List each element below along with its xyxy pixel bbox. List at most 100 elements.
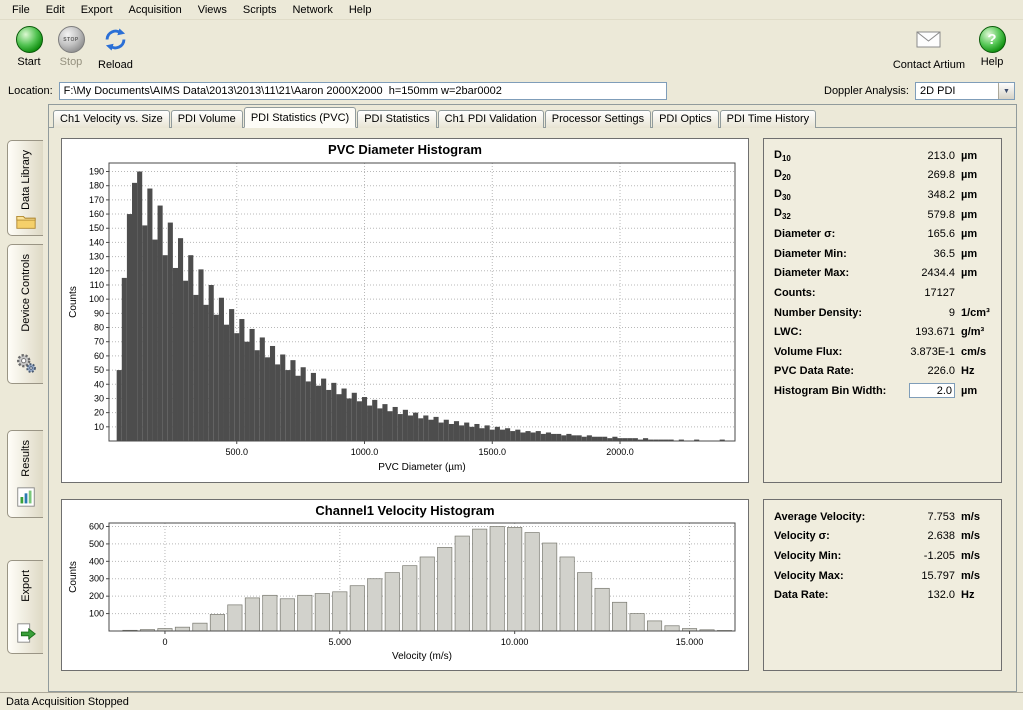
stat-unit: m/s (955, 530, 991, 542)
doppler-analysis-label: Doppler Analysis: (824, 85, 909, 97)
svg-text:30: 30 (94, 393, 104, 403)
stop-button-label: Stop (60, 56, 83, 68)
stat-row-number-density: Number Density:91/cm³ (774, 303, 991, 323)
start-button-label: Start (17, 56, 40, 68)
stat-row-counts: Counts:17127 (774, 283, 991, 303)
stat-unit: Hz (955, 589, 991, 601)
menu-edit[interactable]: Edit (38, 1, 73, 19)
menu-bar: FileEditExportAcquisitionViewsScriptsNet… (0, 0, 1023, 20)
svg-text:180: 180 (89, 181, 104, 191)
app-window: { "menu": { "items": ["File", "Edit", "E… (0, 0, 1023, 710)
svg-text:Counts: Counts (68, 286, 79, 318)
stat-label: D30 (774, 188, 895, 202)
stop-icon-text: STOP (59, 27, 84, 52)
diameter-row: PVC Diameter Histogram 10203040506070809… (61, 138, 1002, 483)
help-button-label: Help (981, 56, 1004, 68)
reload-button[interactable]: Reload (92, 23, 139, 74)
svg-text:60: 60 (94, 351, 104, 361)
status-bar: Data Acquisition Stopped (0, 692, 1023, 710)
sidebar: Data Library Device Controls Results (0, 104, 48, 692)
reload-icon (102, 26, 129, 56)
stat-row-diameter: Diameter σ:165.6µm (774, 224, 991, 244)
stat-value: 348.2 (895, 189, 955, 201)
svg-text:100: 100 (89, 294, 104, 304)
sidebar-item-label: Device Controls (20, 254, 32, 332)
menu-file[interactable]: File (4, 1, 38, 19)
sidebar-item-results[interactable]: Results (7, 430, 43, 518)
pvc-diameter-histogram-plot: 1020304050607080901001101201301401501601… (65, 157, 745, 475)
stat-unit: µm (955, 169, 991, 181)
stat-unit: 1/cm³ (955, 307, 991, 319)
stat-label: Diameter Max: (774, 267, 895, 279)
stat-value: 226.0 (895, 365, 955, 377)
stat-label: Diameter Min: (774, 248, 895, 260)
pvc-diameter-histogram-chart: PVC Diameter Histogram 10203040506070809… (61, 138, 749, 483)
stat-unit: g/m³ (955, 326, 991, 338)
menu-acquisition[interactable]: Acquisition (121, 1, 190, 19)
chevron-down-icon[interactable]: ▼ (998, 83, 1014, 99)
menu-network[interactable]: Network (284, 1, 340, 19)
stat-row-diameter-max: Diameter Max:2434.4µm (774, 264, 991, 284)
tab-ch1-pdi-validation[interactable]: Ch1 PDI Validation (438, 110, 544, 128)
stop-button[interactable]: STOP Stop (50, 23, 92, 71)
stat-unit: m/s (955, 570, 991, 582)
content-panel: Ch1 Velocity vs. SizePDI VolumePDI Stati… (48, 104, 1017, 692)
stat-value: 2.638 (895, 530, 955, 542)
svg-text:200: 200 (89, 591, 104, 601)
tab-pdi-statistics-pvc[interactable]: PDI Statistics (PVC) (244, 107, 356, 128)
svg-text:50: 50 (94, 365, 104, 375)
location-input[interactable] (59, 82, 667, 100)
menu-help[interactable]: Help (341, 1, 380, 19)
svg-text:40: 40 (94, 379, 104, 389)
status-text: Data Acquisition Stopped (6, 696, 129, 708)
stat-value: 15.797 (895, 570, 955, 582)
stat-row-average-velocity: Average Velocity:7.753m/s (774, 507, 991, 527)
sidebar-item-device-controls[interactable]: Device Controls (7, 244, 43, 384)
tab-ch1-velocity-vs-size[interactable]: Ch1 Velocity vs. Size (53, 110, 170, 128)
stat-unit: µm (955, 150, 991, 162)
toolbar: Start STOP Stop Reload Contact Artium ? (0, 20, 1023, 78)
sidebar-item-export[interactable]: Export (7, 560, 43, 654)
tab-pdi-statistics[interactable]: PDI Statistics (357, 110, 436, 128)
start-button[interactable]: Start (8, 23, 50, 71)
svg-text:400: 400 (89, 556, 104, 566)
tab-page: PVC Diameter Histogram 10203040506070809… (49, 128, 1016, 671)
sidebar-item-label: Export (20, 570, 32, 602)
library-icon (15, 210, 37, 235)
tab-processor-settings[interactable]: Processor Settings (545, 110, 651, 128)
tab-pdi-optics[interactable]: PDI Optics (652, 110, 719, 128)
svg-text:70: 70 (94, 337, 104, 347)
histogram-bin-width-input[interactable] (909, 383, 955, 398)
stat-value: 17127 (895, 287, 955, 299)
stat-value: 3.873E-1 (895, 346, 955, 358)
stat-label: Velocity Max: (774, 570, 895, 582)
doppler-analysis-select[interactable]: 2D PDI ▼ (915, 82, 1015, 100)
svg-text:600: 600 (89, 521, 104, 531)
svg-text:5.000: 5.000 (329, 637, 352, 647)
stat-row-diameter-min: Diameter Min:36.5µm (774, 244, 991, 264)
stat-label: Average Velocity: (774, 511, 895, 523)
contact-artium-button[interactable]: Contact Artium (887, 23, 971, 74)
stat-row-pvc-data-rate: PVC Data Rate:226.0Hz (774, 362, 991, 382)
menu-views[interactable]: Views (190, 1, 235, 19)
svg-text:300: 300 (89, 574, 104, 584)
stat-unit: m/s (955, 511, 991, 523)
stop-icon: STOP (58, 26, 85, 53)
help-button[interactable]: ? Help (971, 23, 1013, 71)
stat-value: 213.0 (895, 150, 955, 162)
svg-text:1000.0: 1000.0 (351, 447, 379, 457)
stat-unit: µm (955, 189, 991, 201)
menu-scripts[interactable]: Scripts (235, 1, 285, 19)
stat-value: -1.205 (895, 550, 955, 562)
stat-label: Volume Flux: (774, 346, 895, 358)
svg-text:20: 20 (94, 408, 104, 418)
contact-artium-label: Contact Artium (893, 59, 965, 71)
envelope-icon (915, 26, 942, 56)
svg-text:90: 90 (94, 308, 104, 318)
tab-pdi-volume[interactable]: PDI Volume (171, 110, 243, 128)
menu-export[interactable]: Export (73, 1, 121, 19)
stat-label: Histogram Bin Width: (774, 385, 909, 397)
tab-pdi-time-history[interactable]: PDI Time History (720, 110, 817, 128)
sidebar-item-data-library[interactable]: Data Library (7, 140, 43, 236)
stat-unit: µm (955, 228, 991, 240)
